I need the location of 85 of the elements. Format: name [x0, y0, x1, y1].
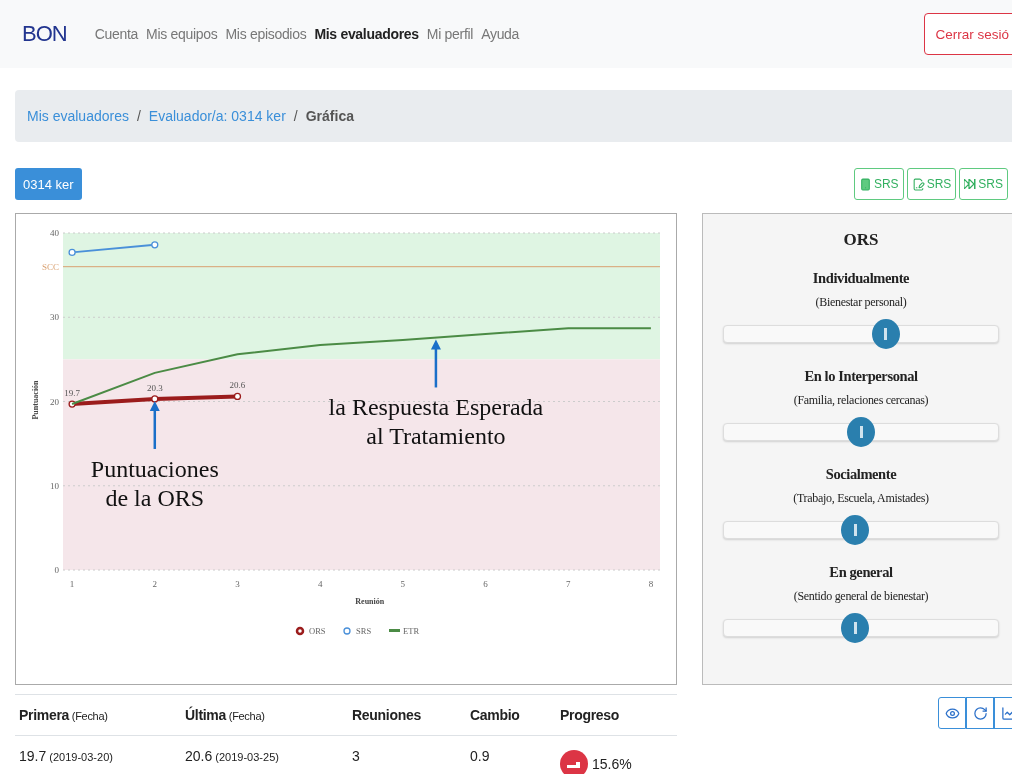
data-point: [151, 395, 159, 403]
data-label: 20.3: [146, 382, 163, 393]
table-cell: 19.7 (2019-03-20): [19, 748, 113, 764]
skip-forward-icon: [964, 179, 977, 189]
axis-label: 10: [50, 480, 59, 491]
data-point: [68, 248, 76, 257]
logout-button[interactable]: Cerrar sesió: [924, 13, 1012, 55]
nav-link[interactable]: Ayuda: [481, 26, 520, 42]
panel-title: ORS: [843, 230, 879, 250]
data-point: [151, 241, 159, 249]
legend-label: ORS: [309, 626, 326, 636]
axis-title: Puntuación: [31, 380, 40, 420]
column-header: Última (Fecha): [181, 695, 348, 736]
axis-label: 3: [235, 579, 240, 589]
axis-label: 7: [565, 579, 571, 589]
line-chart-icon: [1000, 705, 1012, 721]
axis-label: 1: [69, 579, 75, 589]
scale-title: Individualmente: [812, 270, 910, 287]
axis-label: 0: [54, 565, 59, 575]
slider[interactable]: [723, 514, 999, 546]
slider-thumb[interactable]: [871, 319, 900, 349]
data-label: 20.6: [229, 380, 246, 391]
data-point: [68, 400, 76, 408]
axis-title: Reunión: [355, 597, 385, 606]
data-label: 19.7: [64, 388, 80, 399]
column-header: Progreso: [556, 695, 677, 736]
breadcrumb-separator: /: [293, 108, 298, 124]
slider-thumb[interactable]: [847, 417, 875, 447]
breadcrumb-separator: /: [136, 108, 141, 124]
srs-button[interactable]: SRS: [906, 168, 957, 200]
scale-title: Socialmente: [825, 466, 897, 483]
srs-button[interactable]: SRS: [959, 168, 1008, 200]
nav-link[interactable]: Mis evaluadores: [314, 26, 419, 42]
table-cell: 20.6 (2019-03-25): [185, 748, 279, 764]
scale-subtitle: (Trabajo, Escuela, Amistades): [793, 491, 929, 506]
document-pen-icon: [911, 177, 925, 191]
axis-label: 20: [50, 396, 59, 407]
annotation-arrow: [149, 400, 160, 449]
tool-button[interactable]: [966, 697, 994, 729]
slider-thumb[interactable]: [841, 515, 870, 545]
annotation-text: la Respuesta Esperada al Tratamiento: [328, 394, 544, 450]
axis-label: 2: [152, 579, 158, 589]
axis-label: 4: [317, 579, 323, 589]
scale-subtitle: (Bienestar personal): [815, 295, 907, 310]
logo[interactable]: BON: [22, 21, 67, 47]
scale-title: En general: [829, 564, 893, 581]
nav-link[interactable]: Mis equipos: [146, 26, 218, 42]
slider[interactable]: [723, 612, 999, 644]
progress-value: 15.6%: [592, 756, 632, 772]
axis-label: 6: [483, 579, 488, 589]
data-point: [233, 392, 242, 401]
annotation-arrow: [430, 339, 441, 388]
legend-label: ETR: [403, 626, 420, 636]
slider[interactable]: [723, 416, 999, 448]
client-button[interactable]: 0314 ker: [15, 168, 82, 200]
reload-icon: [972, 705, 988, 721]
table-cell: 3: [352, 748, 360, 764]
nav-link[interactable]: Mi perfil: [426, 26, 474, 42]
nav-link[interactable]: Mis episodios: [225, 26, 307, 42]
column-header: Primera (Fecha): [15, 695, 181, 736]
tool-button[interactable]: [938, 697, 966, 729]
legend-label: SRS: [356, 626, 372, 636]
scale-subtitle: (Sentido general de bienestar): [793, 589, 929, 604]
axis-label: 8: [648, 579, 654, 589]
slider-thumb[interactable]: [841, 613, 870, 643]
srs-button[interactable]: SRS: [853, 168, 904, 200]
column-header: Reuniones: [348, 695, 466, 736]
axis-label: 5: [400, 579, 406, 589]
slider[interactable]: [723, 318, 999, 350]
legend-marker-icon: [295, 626, 305, 636]
nav-link[interactable]: Cuenta: [94, 26, 139, 42]
breadcrumb-item[interactable]: Gráfica: [305, 108, 354, 124]
threshold-label: SCC: [42, 261, 59, 272]
tablet-icon: [858, 177, 872, 191]
table-cell: 0.9: [470, 748, 490, 764]
axis-label: 40: [50, 228, 59, 238]
column-header: Cambio: [466, 695, 556, 736]
eye-icon: [944, 705, 960, 721]
scale-title: En lo Interpersonal: [804, 368, 918, 385]
legend-marker-icon: [343, 627, 351, 635]
annotation-text: Puntuaciones de la ORS: [90, 455, 219, 511]
axis-label: 30: [50, 312, 59, 323]
scale-subtitle: (Familia, relaciones cercanas): [793, 393, 929, 408]
breadcrumb-link[interactable]: Mis evaluadores: [27, 108, 129, 124]
breadcrumb-link[interactable]: Evaluador/a: 0314 ker: [148, 108, 286, 124]
